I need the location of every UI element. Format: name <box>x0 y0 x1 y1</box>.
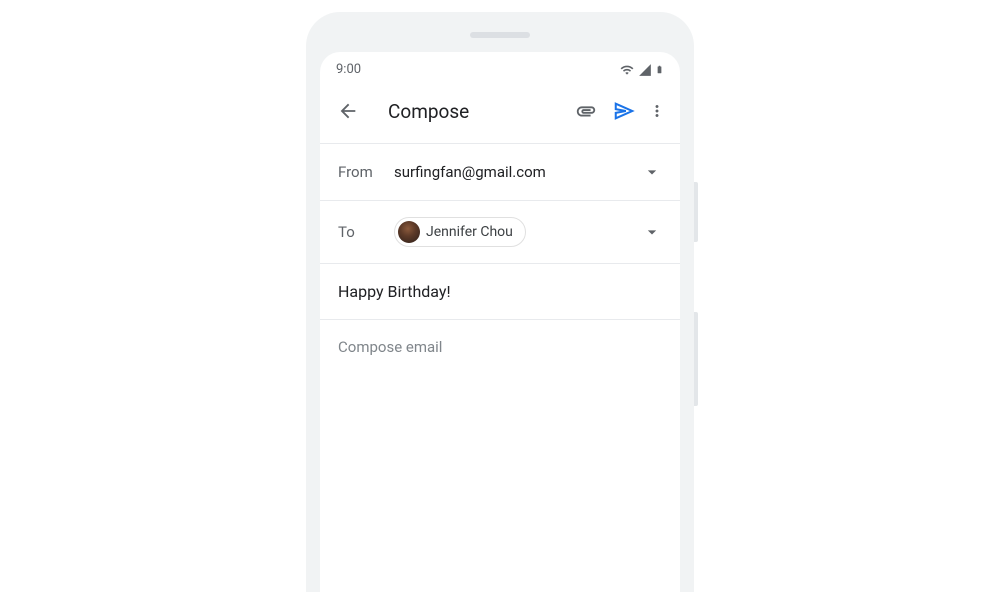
avatar <box>398 221 420 243</box>
attachment-icon <box>575 100 597 122</box>
more-vert-icon <box>648 100 666 122</box>
recipient-name: Jennifer Chou <box>426 224 513 240</box>
status-bar: 9:00 <box>320 52 680 83</box>
toolbar-title: Compose <box>372 100 562 123</box>
chevron-down-icon <box>642 162 662 182</box>
to-expand[interactable] <box>642 222 662 242</box>
hardware-button-2 <box>694 312 698 406</box>
compose-toolbar: Compose <box>320 83 680 143</box>
cellular-icon <box>638 63 652 77</box>
send-button[interactable] <box>610 97 638 125</box>
recipient-chip[interactable]: Jennifer Chou <box>394 217 526 247</box>
chevron-down-icon <box>642 222 662 242</box>
battery-icon <box>655 62 664 77</box>
from-expand[interactable] <box>642 162 662 182</box>
status-time: 9:00 <box>336 62 361 77</box>
from-label: From <box>338 163 394 181</box>
phone-frame: 9:00 Compose From sur <box>306 12 694 592</box>
arrow-back-icon <box>337 100 359 122</box>
to-label: To <box>338 223 394 241</box>
phone-speaker <box>470 32 530 38</box>
back-button[interactable] <box>334 97 362 125</box>
status-icons <box>619 62 664 77</box>
subject-field[interactable]: Happy Birthday! <box>320 264 680 319</box>
send-icon <box>613 100 635 122</box>
screen: 9:00 Compose From sur <box>320 52 680 592</box>
from-value: surfingfan@gmail.com <box>394 163 642 181</box>
wifi-icon <box>619 63 635 77</box>
to-field[interactable]: To Jennifer Chou <box>320 201 680 263</box>
overflow-button[interactable] <box>648 97 666 125</box>
hardware-button-1 <box>694 182 698 242</box>
attach-button[interactable] <box>572 97 600 125</box>
compose-body[interactable]: Compose email <box>320 320 680 520</box>
from-field[interactable]: From surfingfan@gmail.com <box>320 144 680 200</box>
to-value: Jennifer Chou <box>394 217 642 247</box>
